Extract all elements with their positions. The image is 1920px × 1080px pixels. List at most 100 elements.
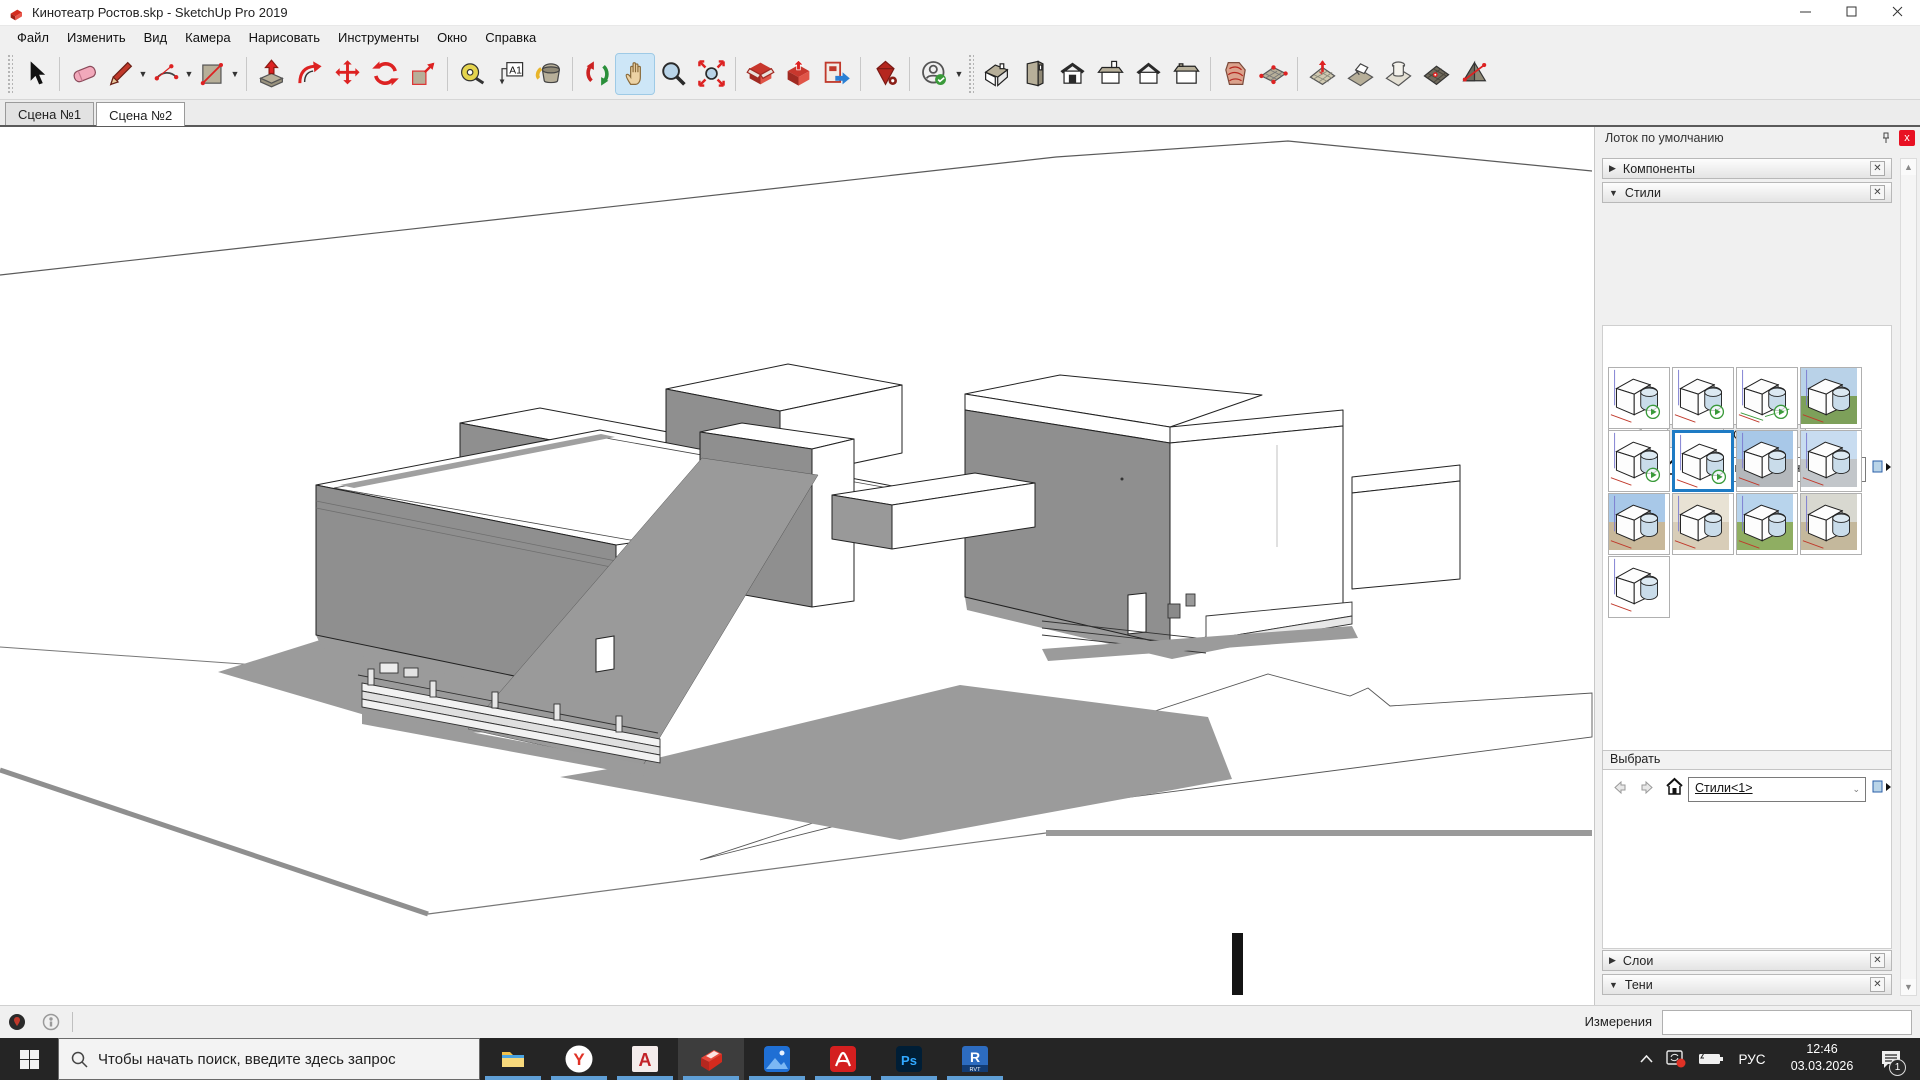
back-arrow-2-icon[interactable] (1611, 779, 1628, 796)
section-shadows[interactable]: ▼ Тени ✕ (1602, 974, 1892, 995)
minimize-button[interactable] (1782, 0, 1828, 26)
arc-tool-dropdown[interactable]: ▼ (183, 54, 195, 94)
language-indicator[interactable]: РУС (1730, 1038, 1774, 1080)
action-center-icon[interactable]: 1 (1868, 1038, 1914, 1080)
terrain-from-contours-tool[interactable] (1216, 54, 1254, 94)
scene-tab-2[interactable]: Сцена №2 (96, 102, 185, 126)
section-shadows-close-icon[interactable]: ✕ (1870, 977, 1885, 992)
battery-icon[interactable] (1694, 1038, 1728, 1080)
tray-scrollbar[interactable]: ▲ ▼ (1900, 158, 1917, 996)
details-arrow-icon[interactable] (1872, 458, 1889, 475)
measurements-input[interactable] (1662, 1010, 1912, 1035)
menu-window[interactable]: Окно (428, 28, 476, 47)
view-top-tool[interactable] (1091, 54, 1129, 94)
3d-warehouse-tool[interactable] (741, 54, 779, 94)
select-tool[interactable] (16, 54, 54, 94)
drape-tool[interactable] (1379, 54, 1417, 94)
stamp-tool[interactable] (1341, 54, 1379, 94)
toolbar-drag-handle[interactable] (7, 54, 13, 94)
style-thumb-architectural-green[interactable] (1800, 367, 1862, 429)
view-side-tool[interactable] (1015, 54, 1053, 94)
taskbar-app-sketchup[interactable] (678, 1038, 744, 1080)
move-tool[interactable] (328, 54, 366, 94)
style-thumb-hidden-line[interactable] (1608, 367, 1670, 429)
view-back-tool[interactable] (1167, 54, 1205, 94)
style-thumb-default-white[interactable] (1608, 556, 1670, 618)
style-thumb-beige[interactable] (1672, 493, 1734, 555)
style-thumb-gray-sky-tan[interactable] (1800, 493, 1862, 555)
menu-view[interactable]: Вид (135, 28, 177, 47)
share-model-tool[interactable] (779, 54, 817, 94)
menu-edit[interactable]: Изменить (58, 28, 135, 47)
forward-arrow-2-icon[interactable] (1639, 779, 1656, 796)
style-thumb-shaded-light-sky[interactable] (1800, 430, 1862, 492)
view-iso-tool[interactable] (977, 54, 1015, 94)
style-thumb-hidden-line-white[interactable] (1672, 367, 1734, 429)
taskbar-app-revit[interactable]: RRVT (942, 1038, 1008, 1080)
taskbar-app-yandex[interactable]: Y (546, 1038, 612, 1080)
add-detail-tool[interactable] (1417, 54, 1455, 94)
start-button[interactable] (0, 1038, 58, 1080)
arc-tool[interactable] (149, 54, 183, 94)
pin-icon[interactable] (1878, 130, 1894, 146)
style-thumb-sky-tan-ground[interactable] (1608, 493, 1670, 555)
tape-measure-tool[interactable] (453, 54, 491, 94)
line-tool-dropdown[interactable]: ▼ (137, 54, 149, 94)
account-tool[interactable] (915, 54, 953, 94)
secondary-styles-select[interactable]: Стили<1>⌄ (1688, 777, 1866, 802)
tray-close-button[interactable]: x (1899, 130, 1915, 146)
extension-warehouse-tool[interactable] (866, 54, 904, 94)
style-thumb-xray[interactable] (1736, 367, 1798, 429)
section-components-close-icon[interactable]: ✕ (1870, 161, 1885, 176)
taskbar-search[interactable]: Чтобы начать поиск, введите здесь запрос (58, 1038, 480, 1080)
line-tool[interactable] (103, 54, 137, 94)
rotate-tool[interactable] (366, 54, 404, 94)
credits-info-icon[interactable] (42, 1013, 60, 1034)
menu-help[interactable]: Справка (476, 28, 545, 47)
section-styles[interactable]: ▼ Стили ✕ (1602, 182, 1892, 203)
paint-bucket-tool[interactable] (529, 54, 567, 94)
scroll-up-icon[interactable]: ▲ (1901, 159, 1916, 175)
close-button[interactable] (1874, 0, 1920, 26)
geolocation-icon[interactable] (8, 1013, 26, 1034)
scale-tool[interactable] (404, 54, 442, 94)
section-layers-close-icon[interactable]: ✕ (1870, 953, 1885, 968)
section-styles-close-icon[interactable]: ✕ (1870, 185, 1885, 200)
smoove-tool[interactable] (1303, 54, 1341, 94)
taskbar-app-acrobat[interactable] (810, 1038, 876, 1080)
view-front-2-tool[interactable] (1129, 54, 1167, 94)
home-2-icon[interactable] (1665, 777, 1682, 794)
menu-camera[interactable]: Камера (176, 28, 239, 47)
zoom-tool[interactable] (654, 54, 692, 94)
style-thumb-green-ground[interactable] (1736, 493, 1798, 555)
zoom-extents-tool[interactable] (692, 54, 730, 94)
account-dropdown[interactable]: ▼ (953, 54, 965, 94)
scroll-down-icon[interactable]: ▼ (1901, 979, 1916, 995)
terrain-from-scratch-tool[interactable] (1254, 54, 1292, 94)
taskbar-app-file-explorer[interactable] (480, 1038, 546, 1080)
taskbar-app-photos[interactable] (744, 1038, 810, 1080)
rectangle-tool[interactable] (195, 54, 229, 94)
details-arrow-2-icon[interactable] (1872, 778, 1889, 795)
style-thumb-shaded-sky[interactable] (1736, 430, 1798, 492)
push-pull-tool[interactable] (252, 54, 290, 94)
viewport-3d[interactable] (0, 127, 1594, 1005)
section-layers[interactable]: ▶ Слои ✕ (1602, 950, 1892, 971)
section-components[interactable]: ▶ Компоненты ✕ (1602, 158, 1892, 179)
menu-file[interactable]: Файл (8, 28, 58, 47)
send-to-layout-tool[interactable] (817, 54, 855, 94)
rectangle-tool-dropdown[interactable]: ▼ (229, 54, 241, 94)
maximize-button[interactable] (1828, 0, 1874, 26)
taskbar-app-autocad[interactable]: A (612, 1038, 678, 1080)
sync-status-icon[interactable] (1662, 1038, 1690, 1080)
style-thumb-hidden-line-current[interactable] (1672, 430, 1734, 492)
orbit-tool[interactable] (578, 54, 616, 94)
pan-tool[interactable] (616, 54, 654, 94)
taskbar-app-photoshop[interactable]: Ps (876, 1038, 942, 1080)
style-thumb-sketchy-shaded[interactable] (1608, 430, 1670, 492)
follow-me-tool[interactable] (290, 54, 328, 94)
taskbar-clock[interactable]: 12:46 03.03.2026 (1780, 1041, 1864, 1075)
text-tool[interactable]: A1 (491, 54, 529, 94)
menu-tools[interactable]: Инструменты (329, 28, 428, 47)
toolbar-drag-handle-2[interactable] (968, 54, 974, 94)
